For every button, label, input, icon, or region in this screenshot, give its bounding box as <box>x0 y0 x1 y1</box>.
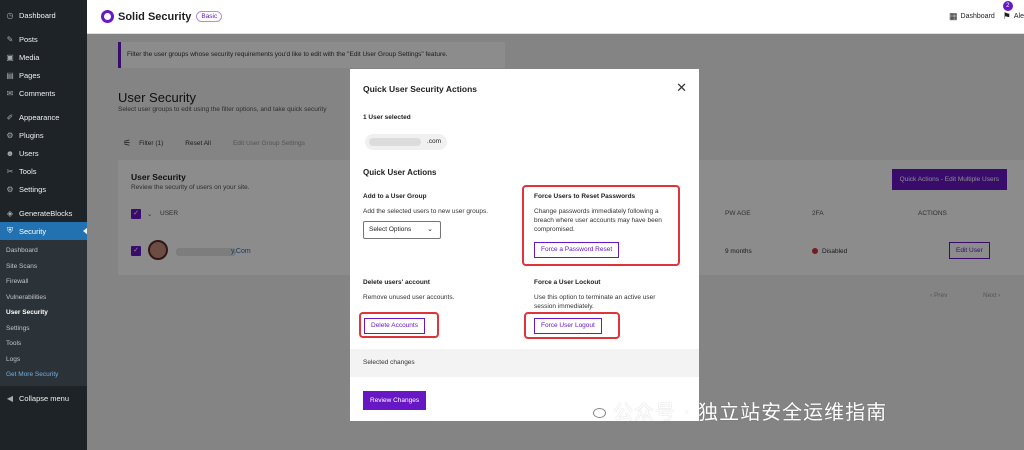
dashboard-link[interactable]: Dashboard <box>961 13 995 20</box>
submenu-vulnerabilities[interactable]: Vulnerabilities <box>0 290 87 306</box>
submenu-logs[interactable]: Logs <box>0 352 87 368</box>
sidebar-item-label: Appearance <box>19 112 60 122</box>
add-group-title: Add to a User Group <box>363 193 427 200</box>
brand[interactable]: Solid Security Basic <box>101 10 223 23</box>
watermark: 公众号 · 独立站安全运维指南 <box>585 396 887 425</box>
submenu-dashboard[interactable]: Dashboard <box>0 243 87 259</box>
redacted-email <box>369 138 421 146</box>
lockout-desc: Use this option to terminate an active u… <box>534 294 656 310</box>
collapse-label: Collapse menu <box>19 394 70 403</box>
plan-badge: Basic <box>196 11 223 22</box>
sidebar-item-comments[interactable]: ✉ Comments <box>0 84 87 102</box>
plugins-icon: ⚙ <box>6 130 14 140</box>
sidebar-item-label: Comments <box>19 88 56 98</box>
tools-icon: ✂ <box>6 166 14 176</box>
submenu-firewall[interactable]: Firewall <box>0 274 87 290</box>
selected-user-chip: .com <box>365 134 447 150</box>
sidebar-item-users[interactable]: ☻ Users <box>0 144 87 162</box>
modal-title: Quick User Security Actions <box>363 84 478 94</box>
plugin-topbar: Solid Security Basic ▦ Dashboard 2 ⚑ Ale <box>87 0 1024 34</box>
dashboard-icon: ◷ <box>6 10 14 20</box>
collapse-menu-button[interactable]: ◀ Collapse menu <box>0 390 87 408</box>
email-suffix: .com <box>426 138 441 145</box>
sidebar-item-dashboard[interactable]: ◷ Dashboard <box>0 6 87 24</box>
sidebar-item-label: Users <box>19 148 39 158</box>
submenu-user-security[interactable]: User Security <box>0 305 87 321</box>
sidebar-item-label: Posts <box>19 34 38 44</box>
delete-title: Delete users' account <box>363 279 430 286</box>
grid-icon: ▦ <box>949 11 958 21</box>
sidebar-item-generateblocks[interactable]: ◈ GenerateBlocks <box>0 204 87 222</box>
reset-passwords-desc: Change passwords immediately following a… <box>534 208 662 233</box>
select-label: Select Options <box>369 226 412 233</box>
wechat-icon <box>585 402 607 419</box>
media-icon: ▣ <box>6 52 14 62</box>
sidebar-item-label: Plugins <box>19 130 44 140</box>
selected-count: 1 User selected <box>363 114 411 121</box>
delete-accounts-button[interactable]: Delete Accounts <box>364 318 425 334</box>
users-icon: ☻ <box>5 148 15 158</box>
chevron-down-icon: ⌄ <box>427 226 433 233</box>
force-password-reset-button[interactable]: Force a Password Reset <box>534 242 620 258</box>
sidebar-item-label: GenerateBlocks <box>19 208 73 218</box>
sidebar-item-settings[interactable]: ⚙ Settings <box>0 180 87 198</box>
close-icon[interactable]: ✕ <box>676 80 687 96</box>
solid-security-logo-icon <box>101 10 114 23</box>
sidebar-item-label: Security <box>19 226 47 236</box>
submenu-get-more-security[interactable]: Get More Security <box>0 367 87 383</box>
brand-name: Solid Security <box>118 10 192 23</box>
submenu-site-scans[interactable]: Site Scans <box>0 259 87 275</box>
sidebar-item-posts[interactable]: ✎ Posts <box>0 30 87 48</box>
sidebar-item-plugins[interactable]: ⚙ Plugins <box>0 126 87 144</box>
pages-icon: ▤ <box>6 70 14 80</box>
reset-passwords-title: Force Users to Reset Passwords <box>534 193 636 200</box>
topbar-right: ▦ Dashboard 2 ⚑ Ale <box>949 1 1024 22</box>
admin-sidebar: ◷ Dashboard ✎ Posts ▣ Media ▤ Pages ✉ Comment… <box>0 0 88 450</box>
generateblocks-icon: ◈ <box>6 208 14 218</box>
delete-desc: Remove unused user accounts. <box>363 294 455 301</box>
security-submenu: Dashboard Site Scans Firewall Vulnerabil… <box>0 240 87 386</box>
watermark-text: 公众号 · 独立站安全运维指南 <box>613 400 888 424</box>
notifications-button[interactable]: 2 ⚑ <box>1002 1 1013 22</box>
collapse-icon: ◀ <box>6 394 14 403</box>
selected-changes-bar: Selected changes <box>350 349 699 377</box>
sidebar-item-label: Tools <box>19 166 37 176</box>
sidebar-item-label: Pages <box>19 70 41 80</box>
force-user-logout-button[interactable]: Force User Logout <box>534 318 602 334</box>
sidebar-item-media[interactable]: ▣ Media <box>0 48 87 66</box>
notification-count-badge: 2 <box>1002 1 1013 11</box>
quick-user-actions-heading: Quick User Actions <box>363 168 437 177</box>
shield-icon: ⛨ <box>7 226 13 235</box>
review-changes-button[interactable]: Review Changes <box>363 391 427 410</box>
flag-icon: ⚑ <box>1002 11 1011 21</box>
sidebar-item-label: Media <box>19 52 40 62</box>
sidebar-item-pages[interactable]: ▤ Pages <box>0 66 87 84</box>
comments-icon: ✉ <box>6 88 14 98</box>
sidebar-item-label: Settings <box>19 184 47 194</box>
submenu-tools[interactable]: Tools <box>0 336 87 352</box>
submenu-settings[interactable]: Settings <box>0 321 87 337</box>
sidebar-item-label: Dashboard <box>19 10 56 20</box>
user-menu[interactable]: Ale <box>1014 13 1024 20</box>
sidebar-item-appearance[interactable]: ✐ Appearance <box>0 108 87 126</box>
quick-actions-modal: Quick User Security Actions ✕ 1 User sel… <box>350 69 699 421</box>
appearance-icon: ✐ <box>6 112 14 122</box>
pin-icon: ✎ <box>6 34 14 44</box>
add-group-desc: Add the selected users to new user group… <box>363 208 489 215</box>
lockout-title: Force a User Lockout <box>534 279 601 286</box>
sidebar-item-tools[interactable]: ✂ Tools <box>0 162 87 180</box>
settings-icon: ⚙ <box>6 184 14 194</box>
user-group-select[interactable]: Select Options ⌄ <box>363 221 441 239</box>
sidebar-item-security[interactable]: ⛨ Security <box>0 222 88 240</box>
selected-changes-label: Selected changes <box>363 359 415 366</box>
